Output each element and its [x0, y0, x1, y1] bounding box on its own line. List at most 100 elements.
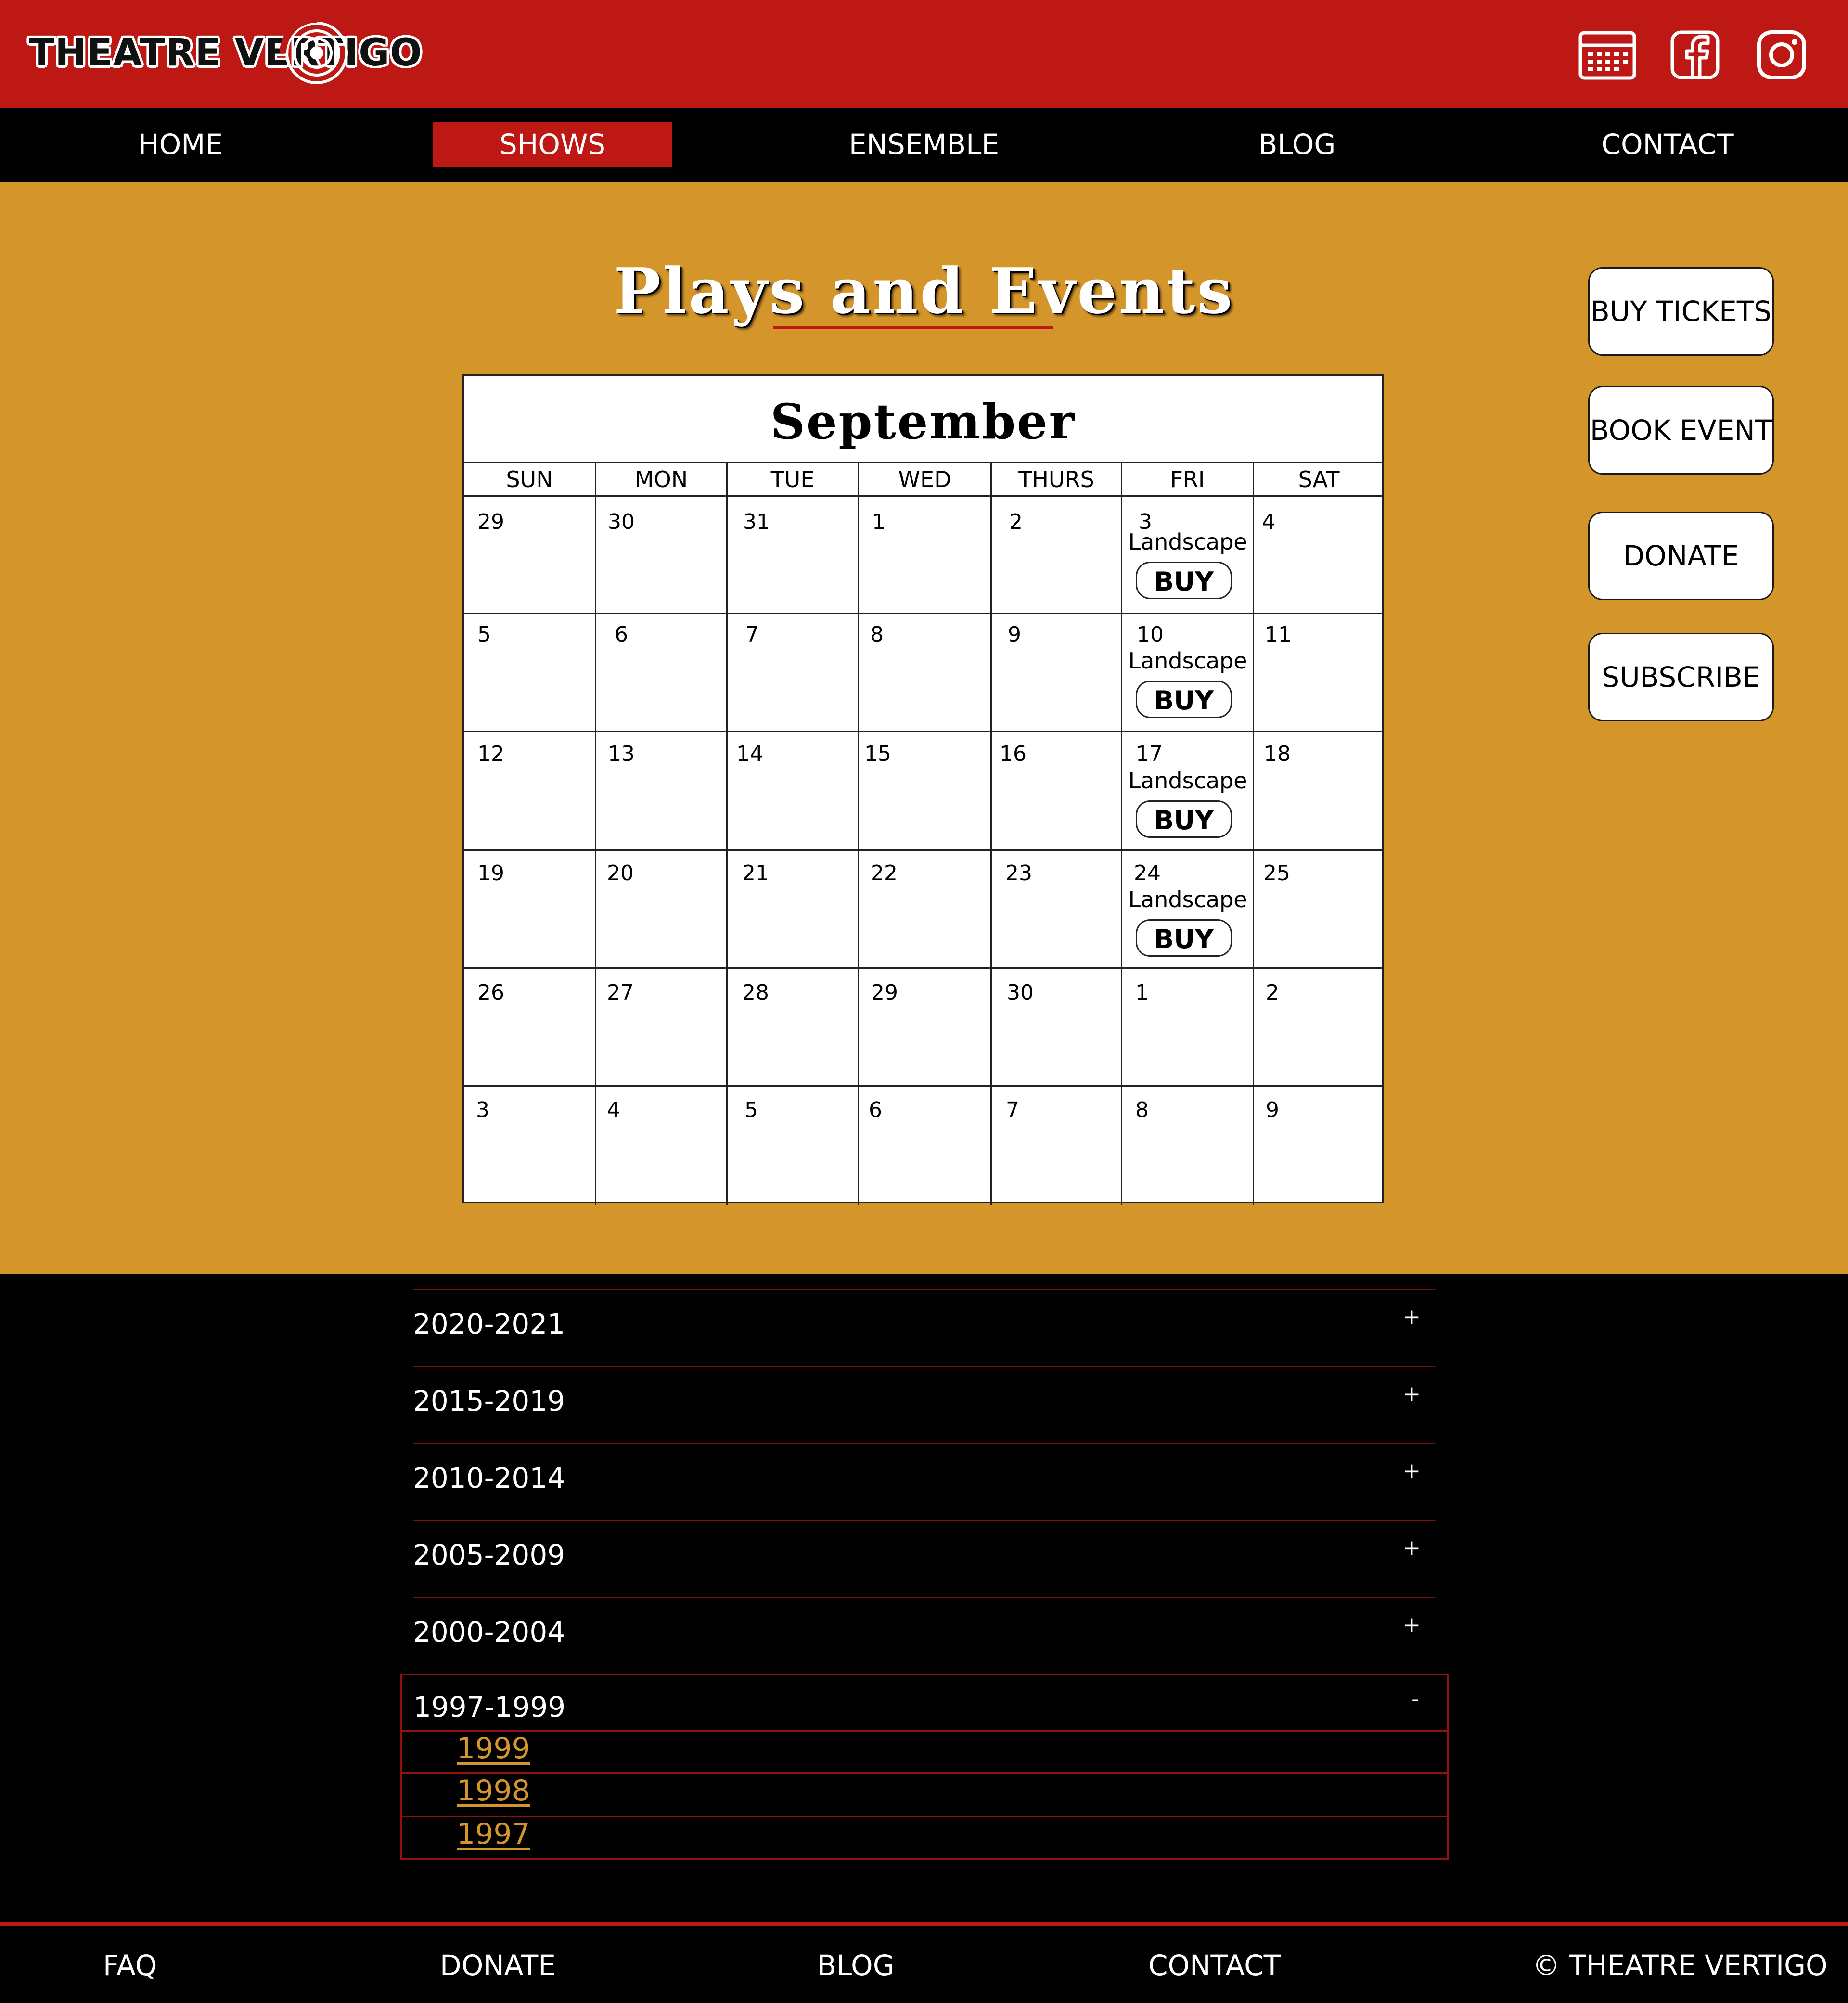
archive-row-1997-1999[interactable]: 1997-1999 - 1999 1998 1997 [400, 1674, 1449, 1860]
buy-button[interactable]: BUY [1136, 562, 1232, 599]
calendar-day: 10 [1137, 622, 1164, 647]
expand-icon[interactable]: + [1403, 1459, 1421, 1483]
collapse-icon[interactable]: - [1412, 1687, 1419, 1711]
archive-label: 2005-2009 [413, 1539, 565, 1571]
instagram-icon[interactable] [1757, 30, 1807, 80]
archive-row-2010-2014[interactable]: 2010-2014 + [413, 1443, 1436, 1520]
calendar-day: 27 [607, 980, 634, 1005]
events-section: Plays and Events BUY TICKETS BOOK EVENT … [0, 182, 1848, 1274]
archive-row-2000-2004[interactable]: 2000-2004 + [413, 1597, 1436, 1674]
event-title[interactable]: Landscape [1122, 648, 1253, 674]
calendar-day: 8 [1135, 1098, 1149, 1122]
event-title[interactable]: Landscape [1122, 529, 1253, 555]
book-event-button[interactable]: BOOK EVENT [1588, 386, 1774, 475]
donate-button[interactable]: DONATE [1588, 512, 1774, 600]
calendar-day: 9 [1008, 622, 1021, 647]
dow-mon: MON [634, 466, 688, 492]
title-underline [773, 326, 1053, 329]
calendar-divider [1121, 462, 1122, 1205]
event-calendar: September SUN MON TUE WED THURS FRI SAT … [462, 374, 1384, 1205]
archive-row-2020-2021[interactable]: 2020-2021 + [413, 1289, 1436, 1366]
calendar-day: 4 [1262, 510, 1275, 534]
buy-tickets-button[interactable]: BUY TICKETS [1588, 267, 1774, 356]
calendar-day: 28 [742, 980, 769, 1005]
calendar-day: 11 [1265, 622, 1292, 647]
calendar-day: 23 [1005, 861, 1032, 886]
calendar-day: 5 [744, 1098, 758, 1122]
year-row: 1997 [402, 1816, 1447, 1858]
calendar-day: 4 [607, 1098, 620, 1122]
calendar-day: 26 [477, 980, 504, 1005]
calendar-day: 1 [872, 510, 886, 534]
archive-row-2015-2019[interactable]: 2015-2019 + [413, 1366, 1436, 1443]
calendar-day: 21 [742, 861, 769, 886]
calendar-day: 7 [1006, 1098, 1019, 1122]
calendar-icon[interactable] [1578, 30, 1636, 80]
expand-icon[interactable]: + [1403, 1536, 1421, 1560]
calendar-divider [464, 495, 1382, 497]
facebook-icon[interactable] [1670, 30, 1720, 80]
nav-shows[interactable]: SHOWS [433, 122, 672, 167]
calendar-divider [464, 731, 1382, 732]
dow-sun: SUN [506, 466, 553, 492]
event-title[interactable]: Landscape [1122, 768, 1253, 794]
archive-row-2005-2009[interactable]: 2005-2009 + [413, 1520, 1436, 1597]
calendar-divider [464, 613, 1382, 614]
calendar-divider [464, 967, 1382, 969]
year-link-1998[interactable]: 1998 [457, 1774, 530, 1808]
calendar-day: 1 [1135, 980, 1149, 1005]
archive-label: 1997-1999 [413, 1691, 566, 1723]
calendar-day: 2 [1009, 510, 1023, 534]
brand-logo[interactable]: THEATRE VERTIGO [29, 19, 423, 87]
dow-sat: SAT [1298, 466, 1340, 492]
year-link-1999[interactable]: 1999 [457, 1732, 530, 1765]
calendar-day: 13 [608, 742, 635, 766]
expand-icon[interactable]: + [1403, 1382, 1421, 1406]
logo-swirl-icon [280, 19, 348, 84]
calendar-divider [464, 1085, 1382, 1087]
footer-donate-link[interactable]: DONATE [440, 1949, 556, 1982]
calendar-day: 7 [745, 622, 759, 647]
buy-button[interactable]: BUY [1136, 919, 1232, 957]
calendar-day: 6 [869, 1098, 882, 1122]
calendar-day: 30 [608, 510, 635, 534]
calendar-divider [1253, 462, 1254, 1205]
nav-blog[interactable]: BLOG [1222, 122, 1372, 167]
footer-copyright: © THEATRE VERTIGO [1532, 1949, 1828, 1982]
expand-icon[interactable]: + [1403, 1305, 1421, 1329]
event-title[interactable]: Landscape [1122, 886, 1253, 912]
calendar-day: 8 [870, 622, 884, 647]
calendar-divider [726, 462, 728, 1205]
nav-contact[interactable]: CONTACT [1578, 122, 1757, 167]
footer-faq-link[interactable]: FAQ [103, 1949, 157, 1982]
calendar-day: 12 [477, 742, 504, 766]
calendar-day: 19 [477, 861, 504, 886]
footer-divider [0, 1922, 1848, 1926]
footer-blog-link[interactable]: BLOG [817, 1949, 895, 1982]
expand-icon[interactable]: + [1403, 1613, 1421, 1637]
calendar-day: 29 [477, 510, 504, 534]
footer-contact-link[interactable]: CONTACT [1148, 1949, 1281, 1982]
nav-ensemble[interactable]: ENSEMBLE [828, 122, 1020, 167]
calendar-day: 30 [1007, 980, 1034, 1005]
buy-button[interactable]: BUY [1136, 681, 1232, 718]
calendar-day: 6 [615, 622, 628, 647]
calendar-day: 14 [736, 742, 763, 766]
calendar-day: 9 [1266, 1098, 1279, 1122]
year-link-1997[interactable]: 1997 [457, 1817, 530, 1851]
calendar-divider [858, 462, 859, 1205]
buy-button[interactable]: BUY [1136, 800, 1232, 838]
archive-label: 2015-2019 [413, 1385, 565, 1417]
main-nav: HOME SHOWS ENSEMBLE BLOG CONTACT [0, 108, 1848, 182]
year-row: 1999 [402, 1730, 1447, 1772]
subscribe-button[interactable]: SUBSCRIBE [1588, 633, 1774, 721]
calendar-day: 5 [477, 622, 491, 647]
calendar-divider [990, 462, 992, 1205]
calendar-day: 16 [1000, 742, 1027, 766]
site-header: THEATRE VERTIGO [0, 0, 1848, 108]
calendar-day: 31 [743, 510, 770, 534]
archive-label: 2020-2021 [413, 1308, 565, 1340]
archive-label: 2000-2004 [413, 1616, 565, 1648]
calendar-divider [595, 462, 596, 1205]
nav-home[interactable]: HOME [96, 122, 265, 167]
